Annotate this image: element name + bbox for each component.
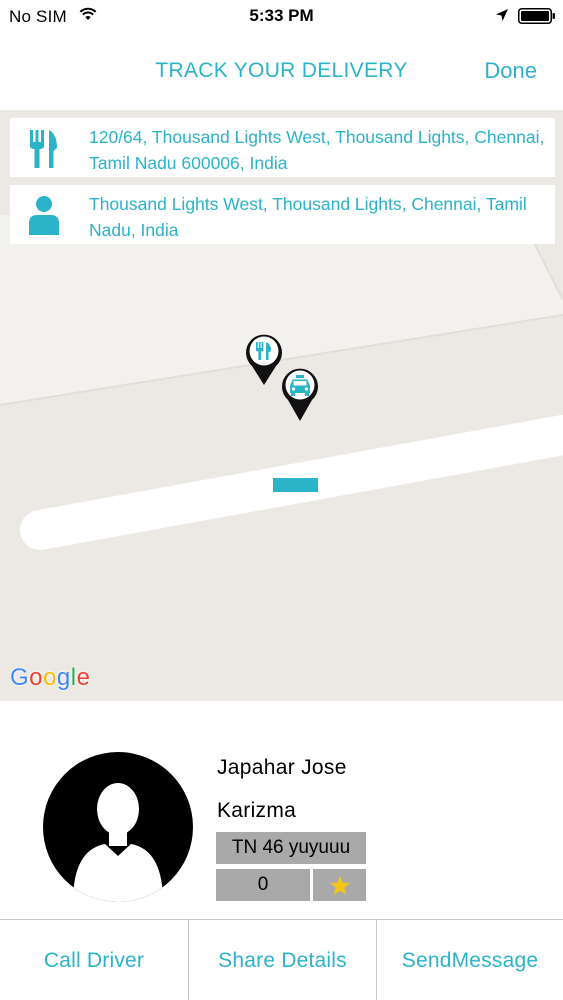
send-message-button[interactable]: SendMessage: [376, 920, 563, 1000]
taxi-pin-icon[interactable]: [280, 366, 320, 427]
driver-avatar-icon: [73, 783, 163, 902]
dropoff-address-text: Thousand Lights West, Thousand Lights, C…: [89, 194, 527, 240]
google-logo: Google: [10, 664, 91, 691]
driver-name: Japahar Jose: [217, 756, 347, 779]
map-view[interactable]: 120/64, Thousand Lights West, Thousand L…: [0, 110, 563, 701]
battery-icon: [518, 8, 556, 29]
fork-knife-icon: [28, 128, 58, 168]
route-marker: [273, 478, 318, 492]
person-icon: [28, 195, 59, 235]
call-driver-button[interactable]: Call Driver: [0, 920, 188, 1000]
pickup-address-card: 120/64, Thousand Lights West, Thousand L…: [10, 118, 555, 177]
pickup-address-text: 120/64, Thousand Lights West, Thousand L…: [89, 127, 545, 173]
clock-label: 5:33 PM: [249, 6, 314, 25]
restaurant-pin-icon[interactable]: [244, 332, 284, 391]
status-bar: No SIM 5:33 PM: [0, 0, 563, 32]
dropoff-address-card: Thousand Lights West, Thousand Lights, C…: [10, 185, 555, 244]
driver-panel: Japahar Jose Karizma TN 46 yuyuuu 0: [0, 701, 563, 919]
rating-badge: [313, 869, 366, 901]
location-arrow-icon: [495, 8, 509, 27]
nav-bar: TRACK YOUR DELIVERY Done: [0, 32, 563, 110]
page-title: TRACK YOUR DELIVERY: [155, 59, 408, 82]
driver-vehicle: Karizma: [217, 799, 297, 822]
license-plate-badge: TN 46 yuyuuu: [216, 832, 366, 864]
action-bar: Call Driver Share Details SendMessage: [0, 919, 563, 1000]
rating-count-badge: 0: [216, 869, 310, 901]
avatar: [43, 752, 193, 902]
done-button[interactable]: Done: [484, 58, 537, 84]
star-icon: [330, 875, 350, 895]
share-details-button[interactable]: Share Details: [188, 920, 376, 1000]
